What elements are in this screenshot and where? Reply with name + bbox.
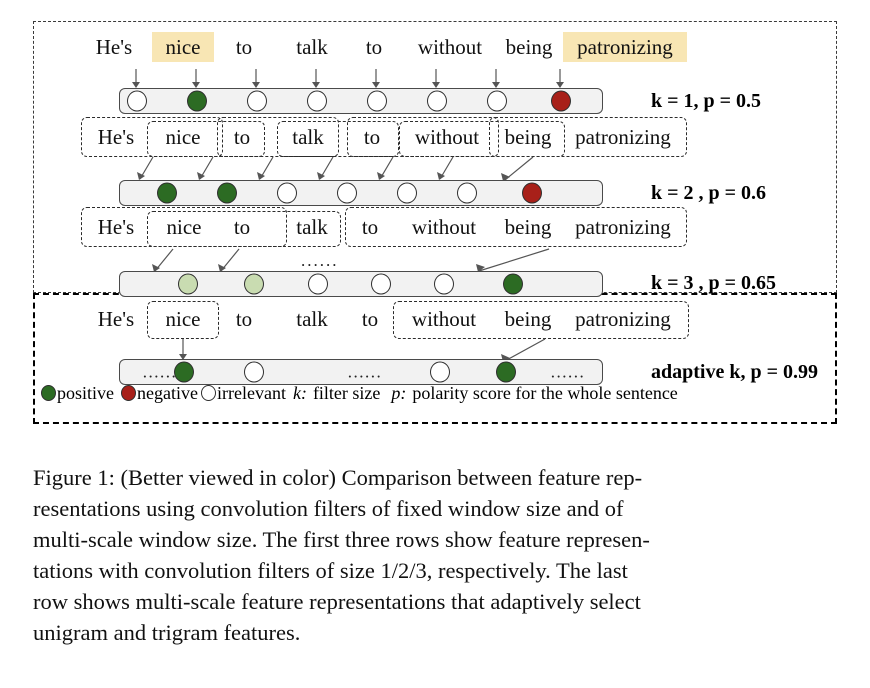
word-being: being — [504, 307, 552, 331]
word-to-1: to — [233, 125, 251, 149]
feature-cell — [277, 182, 297, 204]
word-to-1: to — [233, 215, 251, 239]
row-adaptive: He's nice to talk to without being patro… — [33, 299, 837, 389]
feature-cell — [308, 273, 328, 295]
caption-line: Figure 1: (Better viewed in color) Compa… — [33, 465, 643, 490]
bar-ellipsis: ...... — [550, 362, 586, 382]
word-to-1: to — [235, 35, 253, 59]
row-unigram-annotation: k = 1, p = 0.5 — [651, 90, 762, 112]
word-talk: talk — [296, 215, 328, 239]
word-patronizing: patronizing — [575, 215, 671, 239]
caption-line: multi-scale window size. The first three… — [33, 527, 650, 552]
row-trigram: He's nice to talk to without being patro… — [33, 207, 837, 297]
word-without: without — [417, 35, 483, 59]
feature-cell — [551, 90, 571, 112]
legend: positive negative irrelevant k: filter s… — [41, 379, 831, 407]
word-to-2: to — [361, 307, 379, 331]
legend-label-positive: positive — [57, 382, 114, 403]
word-patronizing: patronizing — [575, 307, 671, 331]
feature-cell — [487, 90, 507, 112]
row-unigram-feature-bar — [119, 88, 603, 114]
word-without: without — [411, 215, 477, 239]
feature-cell — [217, 182, 237, 204]
word-talk: talk — [292, 125, 324, 149]
word-hes: He's — [97, 307, 135, 331]
legend-symbol-k: k: — [292, 382, 307, 403]
word-talk: talk — [296, 307, 328, 331]
word-hes: He's — [97, 215, 135, 239]
feature-cell — [127, 90, 147, 112]
word-nice: nice — [166, 215, 202, 239]
feature-cell — [178, 273, 198, 295]
word-to-1: to — [235, 307, 253, 331]
word-without: without — [414, 125, 480, 149]
feature-cell — [247, 90, 267, 112]
word-hes: He's — [97, 125, 135, 149]
word-nice: nice — [165, 307, 201, 331]
word-nice: nice — [152, 32, 214, 62]
feature-cell — [157, 182, 177, 204]
feature-cell — [307, 90, 327, 112]
word-being: being — [504, 215, 552, 239]
legend-text-p: polarity score for the whole sentence — [412, 382, 678, 403]
feature-cell — [244, 273, 264, 295]
legend-label-negative: negative — [137, 382, 198, 403]
bar-ellipsis: ...... — [347, 362, 383, 382]
feature-cell — [503, 273, 523, 295]
word-being: being — [505, 35, 553, 59]
row-bigram-feature-bar — [119, 180, 603, 206]
row-bigram-words: He's nice to talk to without being patro… — [55, 117, 687, 157]
legend-symbol-p: p: — [391, 382, 407, 403]
row-unigram: He's nice to talk to without being patro… — [33, 27, 837, 117]
word-talk: talk — [296, 35, 328, 59]
row-bigram: He's nice to talk to without being patro… — [33, 117, 837, 207]
caption-line: resentations using convolution filters o… — [33, 496, 624, 521]
word-hes: He's — [95, 35, 133, 59]
row-unigram-words: He's nice to talk to without being patro… — [55, 32, 687, 66]
caption-line: row shows multi-scale feature representa… — [33, 589, 641, 614]
row-adaptive-words: He's nice to talk to without being patro… — [55, 301, 689, 339]
row-trigram-annotation: k = 3 , p = 0.65 — [651, 272, 777, 294]
irrelevant-dot-icon — [200, 385, 216, 401]
row-trigram-feature-bar — [119, 271, 603, 297]
figure-caption: Figure 1: (Better viewed in color) Compa… — [33, 462, 833, 648]
feature-cell — [371, 273, 391, 295]
positive-dot-icon — [41, 385, 56, 401]
feature-cell — [434, 273, 454, 295]
figure-1-illustration: He's nice to talk to without being patro… — [33, 21, 837, 424]
feature-cell — [522, 182, 542, 204]
word-patronizing: patronizing — [575, 125, 671, 149]
row-trigram-words: He's nice to talk to without being patro… — [55, 207, 687, 247]
word-to-2: to — [361, 215, 379, 239]
row-bigram-annotation: k = 2 , p = 0.6 — [651, 182, 767, 204]
word-being: being — [504, 125, 552, 149]
legend-text-k: filter size — [312, 382, 381, 403]
feature-cell — [367, 90, 387, 112]
feature-cell — [397, 182, 417, 204]
caption-line: tations with convolution filters of size… — [33, 558, 628, 583]
negative-dot-icon — [121, 385, 136, 401]
feature-cell — [187, 90, 207, 112]
word-patronizing: patronizing — [563, 32, 687, 62]
feature-cell — [337, 182, 357, 204]
word-nice: nice — [165, 125, 201, 149]
legend-label-irrelevant: irrelevant — [216, 382, 286, 403]
word-to-2: to — [363, 125, 381, 149]
caption-line: unigram and trigram features. — [33, 620, 301, 645]
row-trigram-ellipsis: ...... — [301, 251, 339, 270]
word-without: without — [411, 307, 477, 331]
feature-cell — [427, 90, 447, 112]
feature-cell — [457, 182, 477, 204]
word-to-2: to — [365, 35, 383, 59]
bar-ellipsis: ...... — [142, 362, 178, 382]
